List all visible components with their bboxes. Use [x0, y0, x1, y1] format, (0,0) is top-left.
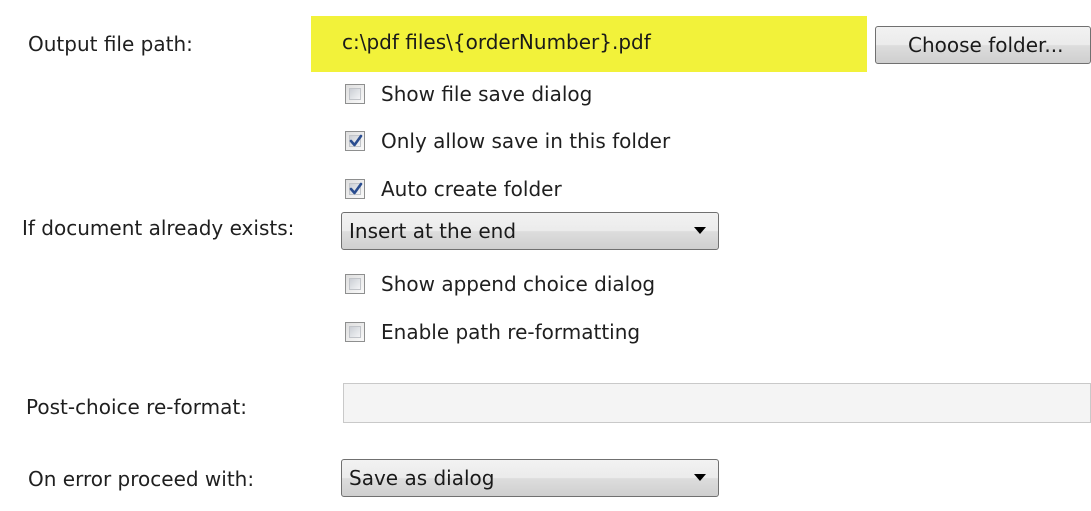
dropdown-arrow-icon: [694, 474, 706, 481]
enable-path-reformat-checkbox[interactable]: [345, 322, 365, 342]
auto-create-folder-option[interactable]: Auto create folder: [345, 175, 562, 203]
only-allow-save-option[interactable]: Only allow save in this folder: [345, 127, 670, 155]
show-append-choice-checkbox[interactable]: [345, 274, 365, 294]
if-document-exists-select[interactable]: Insert at the end: [341, 212, 719, 250]
show-file-save-dialog-checkbox[interactable]: [345, 84, 365, 104]
post-choice-reformat-label: Post-choice re-format:: [26, 395, 247, 419]
pdf-output-settings-panel: Output file path: c:\pdf files\{orderNum…: [0, 0, 1091, 511]
on-error-select[interactable]: Save as dialog: [341, 459, 719, 497]
checkmark-icon: [349, 134, 363, 147]
output-file-path-label: Output file path:: [28, 32, 193, 56]
auto-create-folder-label: Auto create folder: [381, 177, 562, 201]
if-document-exists-value: Insert at the end: [349, 219, 517, 243]
show-file-save-dialog-option[interactable]: Show file save dialog: [345, 80, 592, 108]
checkmark-icon: [349, 182, 363, 195]
enable-path-reformat-label: Enable path re-formatting: [381, 320, 641, 344]
enable-path-reformat-option[interactable]: Enable path re-formatting: [345, 318, 640, 346]
show-append-choice-option[interactable]: Show append choice dialog: [345, 270, 655, 298]
output-file-path-input[interactable]: c:\pdf files\{orderNumber}.pdf: [336, 29, 856, 59]
post-choice-reformat-input[interactable]: [343, 383, 1091, 423]
choose-folder-button[interactable]: Choose folder...: [875, 26, 1091, 64]
dropdown-arrow-icon: [694, 227, 706, 234]
only-allow-save-checkbox[interactable]: [345, 131, 365, 151]
auto-create-folder-checkbox[interactable]: [345, 179, 365, 199]
only-allow-save-label: Only allow save in this folder: [381, 129, 671, 153]
show-append-choice-label: Show append choice dialog: [381, 272, 656, 296]
show-file-save-dialog-label: Show file save dialog: [381, 82, 593, 106]
if-document-exists-label: If document already exists:: [22, 216, 295, 240]
on-error-value: Save as dialog: [349, 466, 495, 490]
on-error-label: On error proceed with:: [28, 467, 255, 491]
